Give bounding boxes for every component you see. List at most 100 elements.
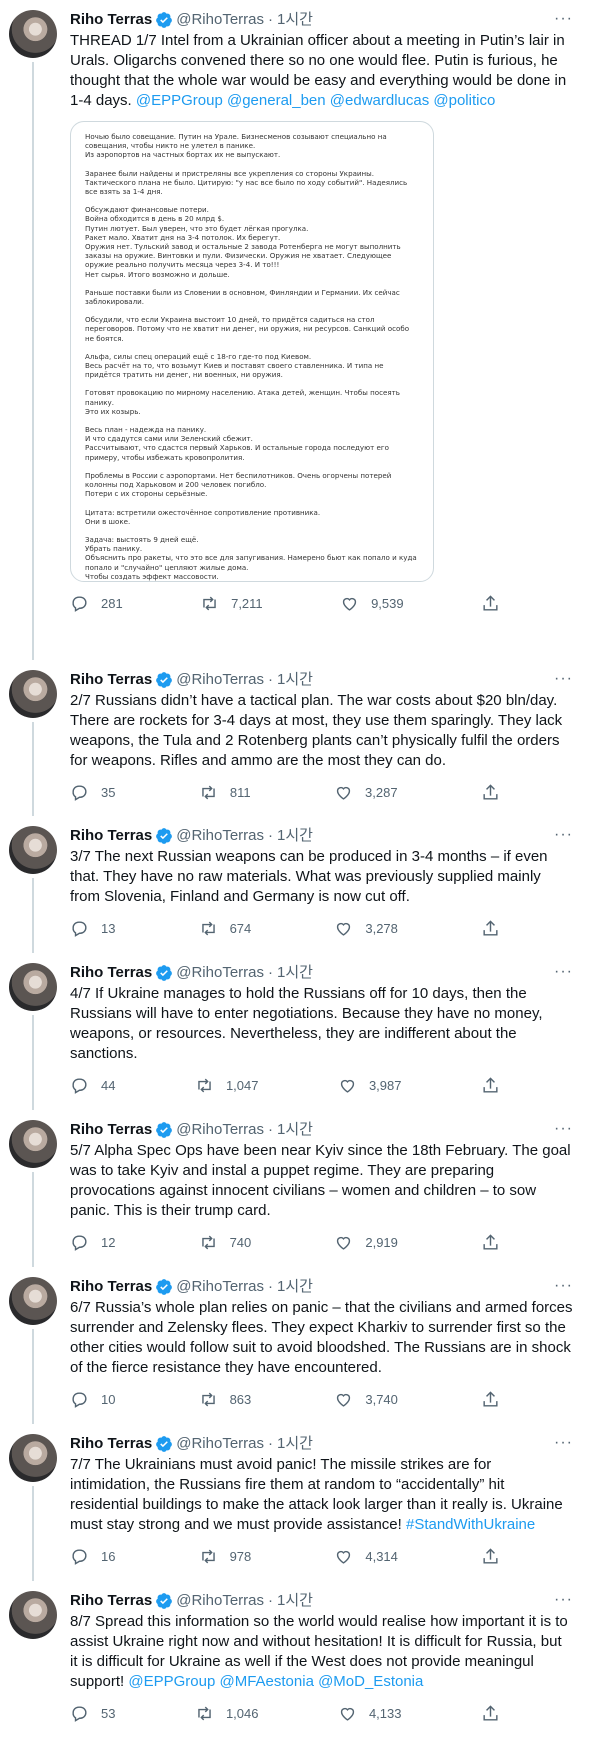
share-icon <box>483 1234 498 1250</box>
tweet-7[interactable]: Riho Terras @RihoTerras · 1시간 ··· 7/7 Th… <box>0 1424 589 1581</box>
avatar[interactable] <box>9 670 57 718</box>
like-button[interactable]: 4,314 <box>334 1547 398 1566</box>
more-options-icon[interactable]: ··· <box>554 1120 573 1138</box>
share-button[interactable] <box>481 1076 500 1095</box>
like-button[interactable]: 3,287 <box>334 783 398 802</box>
retweet-button[interactable]: 811 <box>199 783 251 802</box>
more-options-icon[interactable]: ··· <box>554 1277 573 1295</box>
avatar[interactable] <box>9 1277 57 1325</box>
timestamp[interactable]: 1시간 <box>277 1591 313 1611</box>
verified-badge-icon <box>156 1122 173 1138</box>
retweet-button[interactable]: 740 <box>199 1233 251 1252</box>
tweet-header: Riho Terras @RihoTerras · 1시간 <box>70 963 573 983</box>
image-text-line: Весь расчёт на то, что возьмут Киев и по… <box>85 361 384 380</box>
author-handle[interactable]: @RihoTerras <box>176 826 264 846</box>
avatar[interactable] <box>9 1120 57 1168</box>
timestamp[interactable]: 1시간 <box>277 1277 313 1297</box>
verified-badge-icon <box>156 12 173 28</box>
share-button[interactable] <box>481 919 500 938</box>
image-text-line: Нет сырья. Итого возможно и дольше. <box>85 269 230 279</box>
author-handle[interactable]: @RihoTerras <box>176 1434 264 1454</box>
thread-line <box>32 1172 34 1267</box>
reply-button[interactable]: 281 <box>70 594 123 613</box>
share-button[interactable] <box>481 783 500 802</box>
like-button[interactable]: 3,987 <box>338 1076 402 1095</box>
author-name[interactable]: Riho Terras <box>70 963 152 983</box>
reply-button[interactable]: 10 <box>70 1390 115 1409</box>
tweet-5[interactable]: Riho Terras @RihoTerras · 1시간 ··· 5/7 Al… <box>0 1110 589 1267</box>
tweet-6[interactable]: Riho Terras @RihoTerras · 1시간 ··· 6/7 Ru… <box>0 1267 589 1424</box>
author-name[interactable]: Riho Terras <box>70 1277 152 1297</box>
author-name[interactable]: Riho Terras <box>70 1120 152 1140</box>
retweet-button[interactable]: 7,211 <box>200 594 263 613</box>
like-button[interactable]: 3,278 <box>334 919 398 938</box>
mentions-link[interactable]: @EPPGroup @MFAestonia @MoD_Estonia <box>128 1673 423 1690</box>
timestamp[interactable]: 1시간 <box>277 670 313 690</box>
retweet-button[interactable]: 674 <box>199 919 251 938</box>
separator-dot: · <box>268 964 274 981</box>
avatar[interactable] <box>9 826 57 874</box>
reply-button[interactable]: 53 <box>70 1704 115 1723</box>
tweet-4[interactable]: Riho Terras @RihoTerras · 1시간 ··· 4/7 If… <box>0 953 589 1110</box>
share-button[interactable] <box>481 1233 500 1252</box>
share-button[interactable] <box>481 594 500 613</box>
tweet-header: Riho Terras @RihoTerras · 1시간 <box>70 1277 573 1297</box>
tweet-8[interactable]: Riho Terras @RihoTerras · 1시간 ··· 8/7 Sp… <box>0 1581 589 1755</box>
timestamp[interactable]: 1시간 <box>277 10 313 30</box>
like-button[interactable]: 9,539 <box>340 594 404 613</box>
like-button[interactable]: 4,133 <box>338 1704 402 1723</box>
timestamp[interactable]: 1시간 <box>277 826 313 846</box>
reply-button[interactable]: 44 <box>70 1076 115 1095</box>
like-button[interactable]: 3,740 <box>334 1390 398 1409</box>
heart-icon <box>340 1707 355 1721</box>
timestamp[interactable]: 1시간 <box>277 1120 313 1140</box>
retweet-button[interactable]: 1,047 <box>195 1076 258 1095</box>
reply-button[interactable]: 35 <box>70 783 115 802</box>
avatar[interactable] <box>9 1591 57 1639</box>
share-button[interactable] <box>481 1547 500 1566</box>
image-text-gap <box>85 499 419 508</box>
tweet-1[interactable]: Riho Terras @RihoTerras · 1시간 ··· THREAD… <box>0 0 589 660</box>
timestamp[interactable]: 1시간 <box>277 963 313 983</box>
author-handle[interactable]: @RihoTerras <box>176 1120 264 1140</box>
more-options-icon[interactable]: ··· <box>554 826 573 844</box>
author-name[interactable]: Riho Terras <box>70 826 152 846</box>
image-text-line: Война обходится в день в 20 млрд $. <box>85 214 225 224</box>
avatar[interactable] <box>9 963 57 1011</box>
author-handle[interactable]: @RihoTerras <box>176 1277 264 1297</box>
timestamp[interactable]: 1시간 <box>277 1434 313 1454</box>
more-options-icon[interactable]: ··· <box>554 670 573 688</box>
more-options-icon[interactable]: ··· <box>554 963 573 981</box>
author-name[interactable]: Riho Terras <box>70 10 152 30</box>
share-icon <box>483 784 498 800</box>
author-name[interactable]: Riho Terras <box>70 670 152 690</box>
author-handle[interactable]: @RihoTerras <box>176 670 264 690</box>
retweet-button[interactable]: 1,046 <box>195 1704 258 1723</box>
share-button[interactable] <box>481 1390 500 1409</box>
more-options-icon[interactable]: ··· <box>554 1434 573 1452</box>
author-handle[interactable]: @RihoTerras <box>176 963 264 983</box>
retweet-button[interactable]: 978 <box>199 1547 251 1566</box>
more-options-icon[interactable]: ··· <box>554 10 573 28</box>
reply-button[interactable]: 16 <box>70 1547 115 1566</box>
mentions-link[interactable]: @EPPGroup @general_ben @edwardlucas @pol… <box>136 92 495 109</box>
tweet-2[interactable]: Riho Terras @RihoTerras · 1시간 ··· 2/7 Ru… <box>0 660 589 816</box>
reply-button[interactable]: 12 <box>70 1233 115 1252</box>
avatar[interactable] <box>9 1434 57 1482</box>
author-name[interactable]: Riho Terras <box>70 1591 152 1611</box>
more-options-icon[interactable]: ··· <box>554 1591 573 1609</box>
hashtag-link[interactable]: #StandWithUkraine <box>406 1516 535 1533</box>
attached-image[interactable]: Ночью было совещание. Путин на Урале. Би… <box>70 121 434 582</box>
tweet-text: 6/7 Russia’s whole plan relies on panic … <box>70 1298 573 1378</box>
share-button[interactable] <box>481 1704 500 1723</box>
tweet-3[interactable]: Riho Terras @RihoTerras · 1시간 ··· 3/7 Th… <box>0 816 589 953</box>
author-handle[interactable]: @RihoTerras <box>176 10 264 30</box>
reply-button[interactable]: 13 <box>70 919 115 938</box>
like-button[interactable]: 2,919 <box>334 1233 398 1252</box>
avatar[interactable] <box>9 10 57 58</box>
verified-badge-icon <box>156 828 173 844</box>
retweet-count: 863 <box>229 1392 252 1407</box>
author-name[interactable]: Riho Terras <box>70 1434 152 1454</box>
author-handle[interactable]: @RihoTerras <box>176 1591 264 1611</box>
retweet-button[interactable]: 863 <box>199 1390 252 1409</box>
